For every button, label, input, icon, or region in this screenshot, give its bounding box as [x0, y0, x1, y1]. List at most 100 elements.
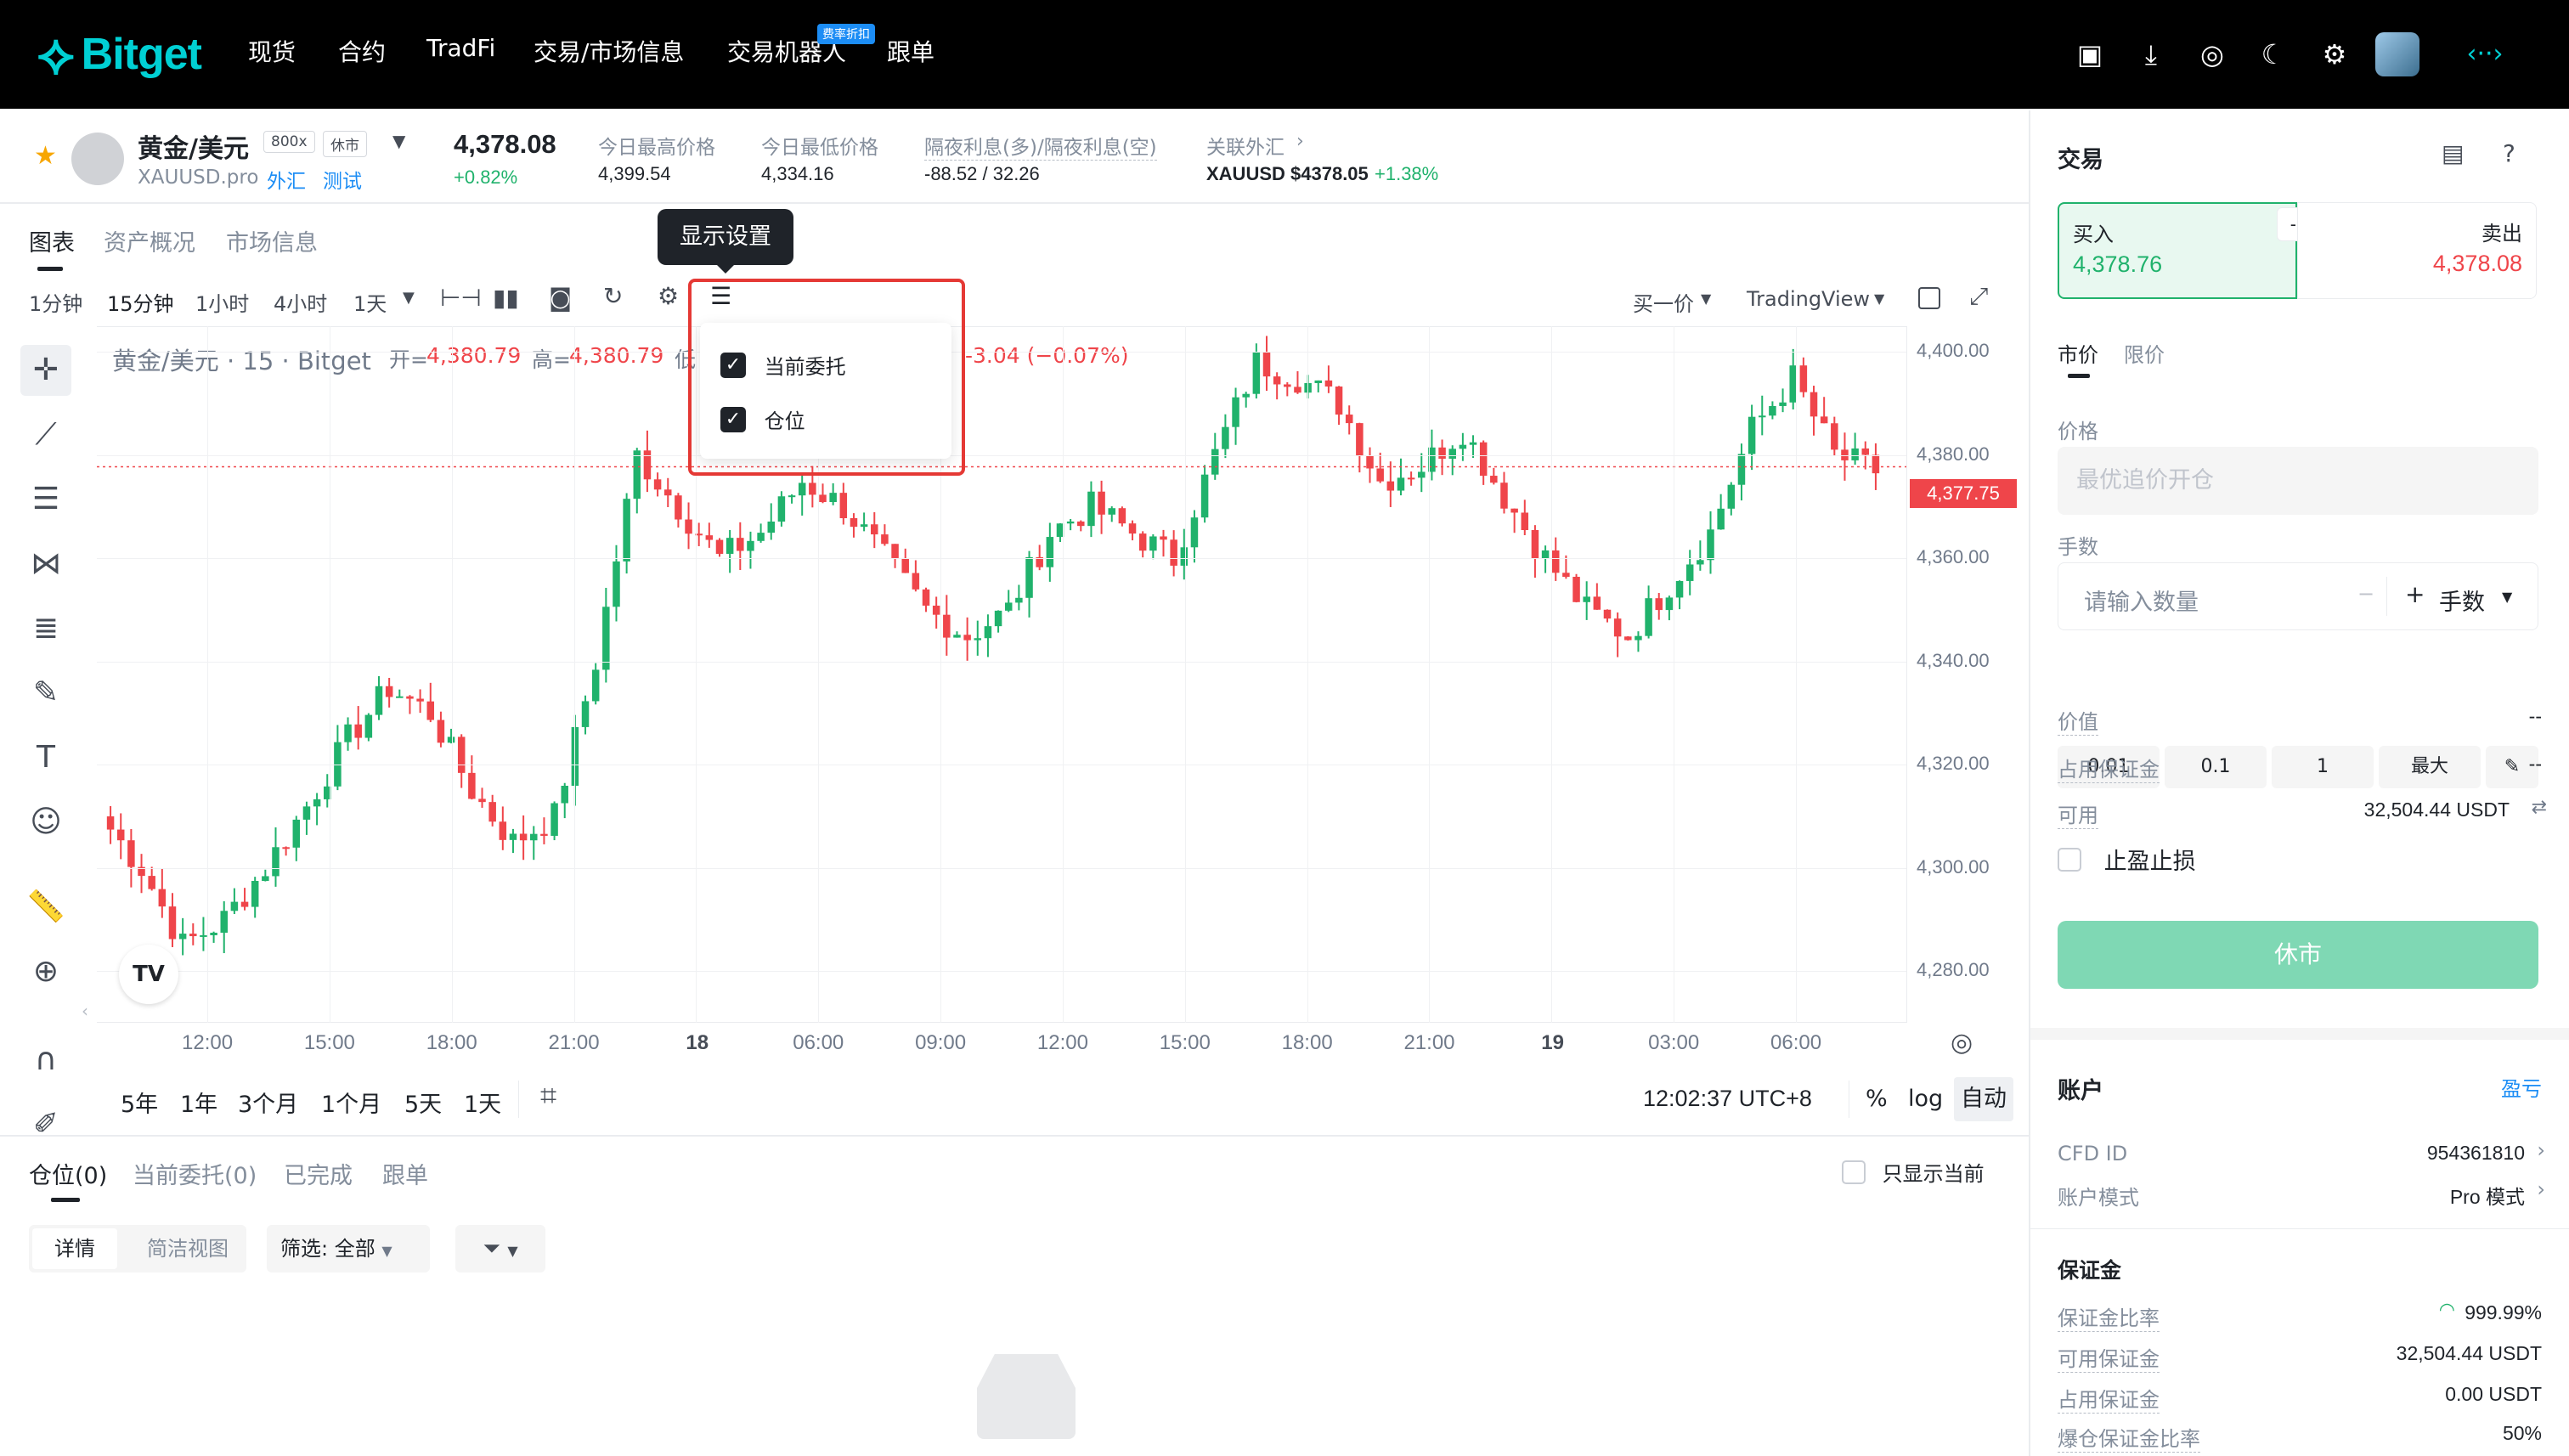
- qty-unit-dropdown-icon[interactable]: ▼: [2502, 589, 2512, 605]
- filter-select[interactable]: 筛选: 全部 ▼: [267, 1225, 430, 1273]
- zoom-in-icon[interactable]: ⊕: [20, 946, 71, 997]
- cfd-id-value[interactable]: 954361810: [2427, 1142, 2525, 1165]
- range-1d[interactable]: 1天: [464, 1086, 501, 1119]
- range-1y[interactable]: 1年: [180, 1086, 217, 1119]
- price-input[interactable]: 最优追价开仓: [2058, 447, 2538, 515]
- qty-input[interactable]: 请输入数量 − + 手数 ▼: [2058, 562, 2538, 630]
- pnl-link[interactable]: 盈亏: [2501, 1072, 2542, 1102]
- account-mode-value[interactable]: Pro 模式: [2450, 1181, 2525, 1210]
- nav-tradfi[interactable]: TradFi: [426, 34, 495, 62]
- interval-1h[interactable]: 1小时: [195, 287, 249, 317]
- tab-market-order[interactable]: 市价: [2058, 338, 2098, 368]
- candlestick-chart[interactable]: [97, 326, 1906, 1023]
- globe-icon[interactable]: ◎: [2192, 34, 2233, 75]
- bitget-logo[interactable]: ⟡ Bitget: [37, 24, 202, 85]
- interval-1m[interactable]: 1分钟: [29, 287, 82, 317]
- tab-open-orders[interactable]: 当前委托(0): [133, 1157, 257, 1190]
- quick-qty-0.1[interactable]: 0.1: [2165, 746, 2267, 788]
- price-type-select[interactable]: 买一价: [1633, 287, 1694, 317]
- view-compact-button[interactable]: 简洁视图: [133, 1228, 243, 1269]
- refresh-icon[interactable]: ↻: [603, 282, 623, 310]
- tab-completed[interactable]: 已完成: [284, 1157, 353, 1190]
- interval-1d[interactable]: 1天: [353, 287, 387, 317]
- buy-button[interactable]: 买入 4,378.76: [2058, 202, 2297, 299]
- nav-market-info[interactable]: 交易/市场信息: [534, 34, 684, 68]
- emoji-icon[interactable]: ☺: [20, 797, 71, 848]
- fib-icon[interactable]: ≣: [20, 603, 71, 654]
- goto-date-icon[interactable]: ⌗: [540, 1079, 556, 1113]
- symbol-name[interactable]: 黄金/美元: [138, 127, 249, 165]
- interval-15m[interactable]: 15分钟: [107, 287, 174, 317]
- clock[interactable]: 12:02:37 UTC+8: [1643, 1086, 1812, 1112]
- gear-icon[interactable]: ⚙: [2314, 34, 2355, 75]
- view-detail-button[interactable]: 详情: [32, 1228, 117, 1269]
- swap-label[interactable]: 隔夜利息(多)/隔夜利息(空): [924, 131, 1157, 161]
- tab-chart[interactable]: 图表: [29, 224, 75, 257]
- range-3m[interactable]: 3个月: [238, 1086, 298, 1119]
- candle-type-icon[interactable]: ▮▮: [493, 284, 519, 312]
- interval-dropdown-icon[interactable]: ▼: [403, 289, 415, 307]
- decrement-icon[interactable]: −: [2357, 582, 2374, 606]
- layout-icon[interactable]: [1918, 287, 1940, 309]
- help-icon[interactable]: ?: [2503, 139, 2515, 167]
- log-scale-button[interactable]: log: [1908, 1086, 1943, 1112]
- tab-market-info[interactable]: 市场信息: [226, 224, 318, 257]
- avatar[interactable]: [2375, 32, 2419, 76]
- moon-icon[interactable]: ☾: [2253, 34, 2294, 75]
- view-select[interactable]: TradingView: [1747, 287, 1870, 311]
- tpsl-checkbox[interactable]: 止盈止损: [2058, 843, 2196, 876]
- nav-spot[interactable]: 现货: [248, 34, 296, 68]
- download-icon[interactable]: ⤓: [2131, 34, 2171, 75]
- quick-qty-max[interactable]: 最大: [2379, 746, 2481, 788]
- nav-copy-trading[interactable]: 跟单: [887, 34, 934, 68]
- sell-button[interactable]: 卖出 4,378.08: [2297, 202, 2537, 299]
- transfer-icon[interactable]: ⇄: [2532, 797, 2547, 818]
- auto-scale-button[interactable]: 自动: [1954, 1077, 2013, 1121]
- horizontal-lines-icon[interactable]: ☰: [20, 474, 71, 525]
- price-type-dropdown-icon[interactable]: ▼: [1701, 291, 1711, 307]
- wallet-icon[interactable]: ▣: [2069, 34, 2110, 75]
- symbol-dropdown-icon[interactable]: ▼: [392, 131, 405, 151]
- increment-icon[interactable]: +: [2405, 580, 2425, 608]
- lock-drawing-icon[interactable]: ✐: [20, 1099, 71, 1150]
- range-1m[interactable]: 1个月: [321, 1086, 381, 1119]
- related-label[interactable]: 关联外汇: [1206, 131, 1284, 160]
- bitget-chain-icon[interactable]: ‹··›: [2447, 34, 2523, 75]
- calculator-icon[interactable]: ▤: [2442, 139, 2464, 167]
- ruler-icon[interactable]: 📏: [20, 882, 71, 933]
- submit-button[interactable]: 休市: [2058, 921, 2538, 989]
- magnet-icon[interactable]: ∩: [20, 1035, 71, 1086]
- pattern-icon[interactable]: ⋈: [20, 539, 71, 590]
- chart-settings-icon[interactable]: ⚙: [658, 282, 679, 310]
- camera-icon[interactable]: ◙: [549, 284, 572, 312]
- nav-futures[interactable]: 合约: [338, 34, 386, 68]
- trend-line-icon[interactable]: ⟋: [20, 409, 71, 460]
- tab-positions[interactable]: 仓位(0): [29, 1157, 107, 1190]
- fullscreen-icon[interactable]: ⤢: [1969, 282, 1988, 311]
- range-5d[interactable]: 5天: [404, 1086, 442, 1119]
- menu-item-positions[interactable]: ✓ 仓位: [720, 404, 805, 434]
- time-settings-icon[interactable]: ◎: [1951, 1028, 1973, 1058]
- crosshair-icon[interactable]: ✛: [20, 345, 71, 396]
- tradingview-logo[interactable]: TV: [119, 945, 178, 1004]
- menu-item-open-orders[interactable]: ✓ 当前委托: [720, 350, 846, 380]
- test-link[interactable]: 测试: [323, 165, 362, 194]
- interval-4h[interactable]: 4小时: [274, 287, 327, 317]
- chevron-right-icon[interactable]: ›: [1296, 131, 1304, 152]
- tab-limit-order[interactable]: 限价: [2124, 338, 2165, 368]
- compare-icon[interactable]: ⊢⊣: [440, 284, 482, 312]
- collapse-toolbar-icon[interactable]: ‹: [82, 1001, 88, 1021]
- view-dropdown-icon[interactable]: ▼: [1874, 291, 1884, 307]
- tab-asset-overview[interactable]: 资产概况: [104, 224, 195, 257]
- funnel-filter-icon[interactable]: ⏷ ▼: [455, 1225, 545, 1273]
- quick-qty-1[interactable]: 1: [2272, 746, 2374, 788]
- text-icon[interactable]: T: [20, 732, 71, 783]
- qty-unit-select[interactable]: 手数: [2439, 584, 2485, 617]
- only-current-checkbox[interactable]: 只显示当前: [1842, 1157, 1985, 1187]
- favorite-star-icon[interactable]: ★: [34, 141, 57, 171]
- chevron-right-icon[interactable]: ›: [2537, 1138, 2545, 1162]
- brush-icon[interactable]: ✎: [20, 668, 71, 719]
- tab-copy-trading[interactable]: 跟单: [382, 1157, 428, 1190]
- chevron-right-icon[interactable]: ›: [2537, 1177, 2545, 1201]
- percent-scale-button[interactable]: %: [1866, 1086, 1888, 1112]
